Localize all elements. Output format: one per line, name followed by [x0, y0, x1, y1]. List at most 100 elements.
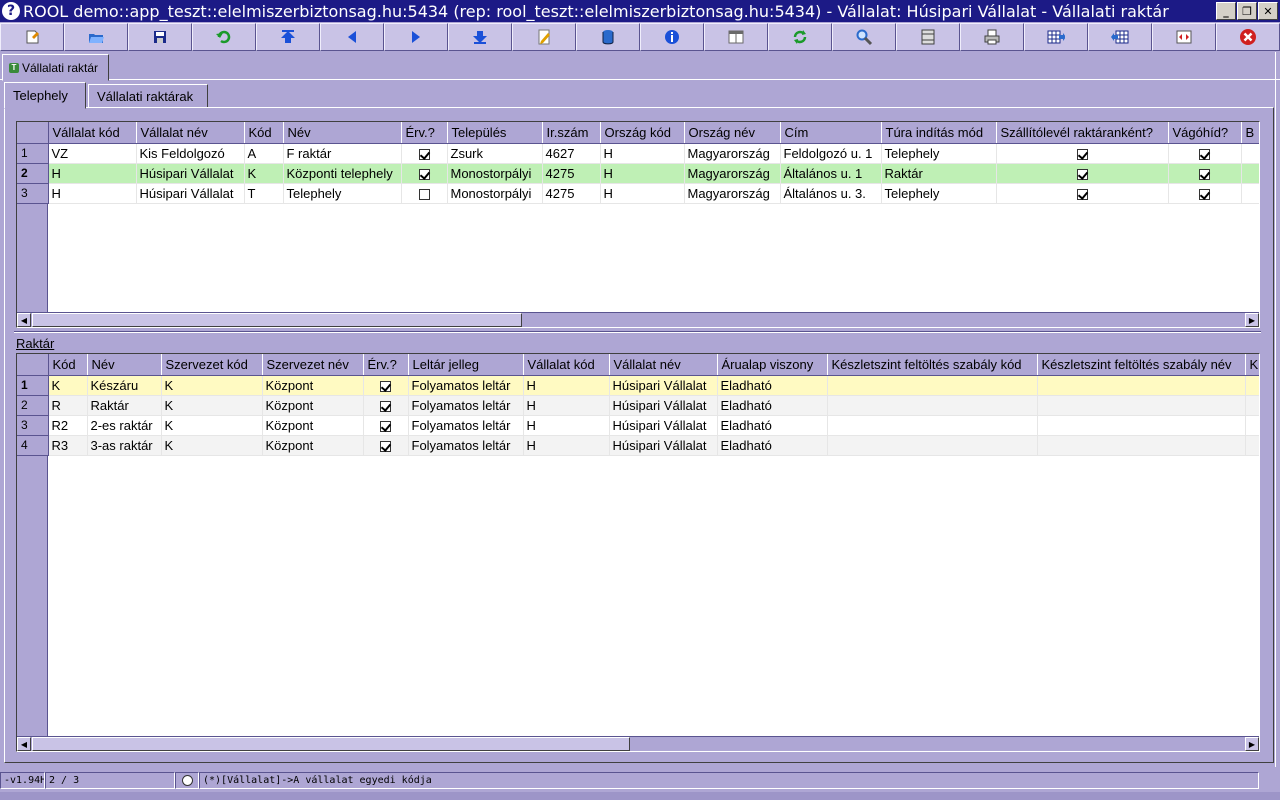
- table-cell[interactable]: Központ: [262, 395, 364, 416]
- restore-button[interactable]: ❐: [1237, 2, 1257, 20]
- scroll-thumb[interactable]: [32, 737, 630, 751]
- info-button[interactable]: [640, 23, 704, 51]
- edit-button[interactable]: [512, 23, 576, 51]
- table-cell[interactable]: K: [161, 415, 263, 436]
- table-cell[interactable]: H: [523, 435, 610, 456]
- checkbox-cell[interactable]: [401, 143, 448, 164]
- column-header[interactable]: Vállalat kód: [48, 122, 137, 144]
- checkbox-cell[interactable]: [996, 163, 1169, 184]
- checkbox[interactable]: [1199, 168, 1210, 180]
- checkbox[interactable]: [380, 440, 391, 452]
- table-cell[interactable]: 4627: [542, 143, 601, 164]
- column-header[interactable]: Kód: [48, 354, 88, 376]
- scroll-right-icon[interactable]: ▶: [1245, 737, 1259, 751]
- table-cell[interactable]: H: [600, 183, 685, 204]
- column-header[interactable]: Szervezet kód: [161, 354, 263, 376]
- table-cell[interactable]: [1245, 415, 1259, 436]
- table-cell[interactable]: Központ: [262, 375, 364, 396]
- scroll-right-icon[interactable]: ▶: [1245, 313, 1259, 327]
- table-cell[interactable]: Központ: [262, 415, 364, 436]
- table-cell[interactable]: Készáru: [87, 375, 162, 396]
- first-record-button[interactable]: [256, 23, 320, 51]
- table-cell[interactable]: VZ: [48, 143, 137, 164]
- table-row[interactable]: 1 VZ Kis Feldolgozó A F raktár Zsurk 4627 H Magy…: [17, 143, 1259, 164]
- column-header[interactable]: Vállalat név: [609, 354, 718, 376]
- checkbox[interactable]: [1199, 188, 1210, 200]
- table-cell[interactable]: 4275: [542, 163, 601, 184]
- table-cell[interactable]: [827, 395, 1038, 416]
- table-cell[interactable]: H: [523, 395, 610, 416]
- table-cell[interactable]: R3: [48, 435, 88, 456]
- table-cell[interactable]: [1241, 183, 1259, 204]
- row-number[interactable]: 1: [17, 143, 49, 164]
- table-row[interactable]: 3 H Húsipari Vállalat T Telephely Monostorpál…: [17, 183, 1259, 204]
- table-cell[interactable]: Eladható: [717, 435, 828, 456]
- table-cell[interactable]: Zsurk: [447, 143, 543, 164]
- table-row[interactable]: 1 K Készáru K Központ Folyamatos leltár H Húsip…: [17, 375, 1259, 396]
- column-header[interactable]: Készletszint feltöltés szabály név: [1037, 354, 1246, 376]
- column-header[interactable]: Név: [283, 122, 402, 144]
- table-cell[interactable]: Kis Feldolgozó: [136, 143, 245, 164]
- columns-button[interactable]: [896, 23, 960, 51]
- column-header[interactable]: B: [1241, 122, 1259, 144]
- checkbox[interactable]: [1076, 148, 1088, 160]
- checkbox[interactable]: [380, 380, 391, 392]
- table-cell[interactable]: [1245, 375, 1259, 396]
- column-header[interactable]: Készletszint feltöltés szabály kód: [827, 354, 1038, 376]
- column-header[interactable]: Leltár jelleg: [408, 354, 524, 376]
- checkbox-cell[interactable]: [1168, 183, 1242, 204]
- column-header[interactable]: Kód: [244, 122, 284, 144]
- table-cell[interactable]: H: [523, 415, 610, 436]
- table-cell[interactable]: Eladható: [717, 375, 828, 396]
- table-cell[interactable]: Eladható: [717, 395, 828, 416]
- table-cell[interactable]: Folyamatos leltár: [408, 415, 524, 436]
- close-button[interactable]: [1216, 23, 1280, 51]
- column-header[interactable]: Érv.?: [363, 354, 409, 376]
- table-row[interactable]: 2 R Raktár K Központ Folyamatos leltár H Húsipa…: [17, 395, 1259, 416]
- table-cell[interactable]: K: [48, 375, 88, 396]
- table-cell[interactable]: H: [48, 183, 137, 204]
- column-header[interactable]: Cím: [780, 122, 882, 144]
- table-cell[interactable]: Központi telephely: [283, 163, 402, 184]
- table-row[interactable]: 4 R3 3-as raktár K Központ Folyamatos leltár H…: [17, 435, 1259, 456]
- checkbox[interactable]: [1199, 148, 1210, 160]
- table-cell[interactable]: Húsipari Vállalat: [136, 163, 245, 184]
- table-cell[interactable]: [1245, 395, 1259, 416]
- next-record-button[interactable]: [384, 23, 448, 51]
- column-header[interactable]: Vágóhíd?: [1168, 122, 1242, 144]
- new-button[interactable]: [0, 23, 64, 51]
- table-cell[interactable]: A: [244, 143, 284, 164]
- checkbox-cell[interactable]: [996, 183, 1169, 204]
- table-cell[interactable]: Magyarország: [684, 163, 781, 184]
- telephely-grid[interactable]: Vállalat kód Vállalat név Kód Név Érv.? Telep…: [16, 121, 1260, 328]
- column-header[interactable]: Vállalat név: [136, 122, 245, 144]
- checkbox-cell[interactable]: [401, 183, 448, 204]
- checkbox-cell[interactable]: [363, 415, 409, 436]
- raktar-horizontal-scrollbar[interactable]: ◀ ▶: [17, 736, 1259, 751]
- column-header[interactable]: K: [1245, 354, 1259, 376]
- table-cell[interactable]: Általános u. 3.: [780, 183, 882, 204]
- scroll-left-icon[interactable]: ◀: [17, 737, 31, 751]
- column-header[interactable]: Szervezet név: [262, 354, 364, 376]
- column-header[interactable]: Ir.szám: [542, 122, 601, 144]
- checkbox-cell[interactable]: [363, 435, 409, 456]
- window-close-button[interactable]: ✕: [1258, 2, 1278, 20]
- column-header[interactable]: Szállítólevél raktáranként?: [996, 122, 1169, 144]
- table-cell[interactable]: [1241, 143, 1259, 164]
- database-button[interactable]: [576, 23, 640, 51]
- raktar-grid[interactable]: Kód Név Szervezet kód Szervezet név Érv.? Lel…: [16, 353, 1260, 752]
- table-cell[interactable]: F raktár: [283, 143, 402, 164]
- column-header[interactable]: Település: [447, 122, 543, 144]
- table-cell[interactable]: Magyarország: [684, 143, 781, 164]
- row-number[interactable]: 2: [17, 395, 49, 416]
- row-number[interactable]: 3: [17, 183, 49, 204]
- table-row[interactable]: 2 H Húsipari Vállalat K Központi telephely Mo…: [17, 163, 1259, 184]
- grid-import-button[interactable]: [1088, 23, 1152, 51]
- search-button[interactable]: [832, 23, 896, 51]
- table-cell[interactable]: Húsipari Vállalat: [609, 435, 718, 456]
- checkbox[interactable]: [418, 148, 430, 160]
- mode-radio[interactable]: [175, 772, 199, 789]
- table-cell[interactable]: Húsipari Vállalat: [609, 375, 718, 396]
- table-cell[interactable]: 2-es raktár: [87, 415, 162, 436]
- table-cell[interactable]: H: [523, 375, 610, 396]
